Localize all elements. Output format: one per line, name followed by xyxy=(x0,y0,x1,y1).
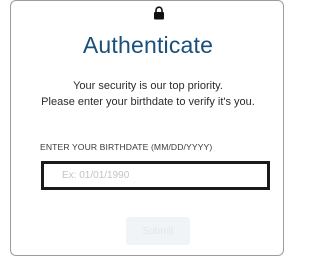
subtitle-line-1: Your security is our top priority. xyxy=(73,80,223,92)
birthdate-input[interactable] xyxy=(44,164,267,187)
page-title: Authenticate xyxy=(82,32,214,58)
subtitle-line-2: Please enter your birthdate to verify it… xyxy=(41,96,255,108)
lock-icon xyxy=(153,6,165,20)
birthdate-input-wrapper xyxy=(41,161,270,190)
submit-button[interactable]: Submit xyxy=(126,217,190,245)
birthdate-field-label: ENTER YOUR BIRTHDATE (MM/DD/YYYY) xyxy=(40,142,213,152)
